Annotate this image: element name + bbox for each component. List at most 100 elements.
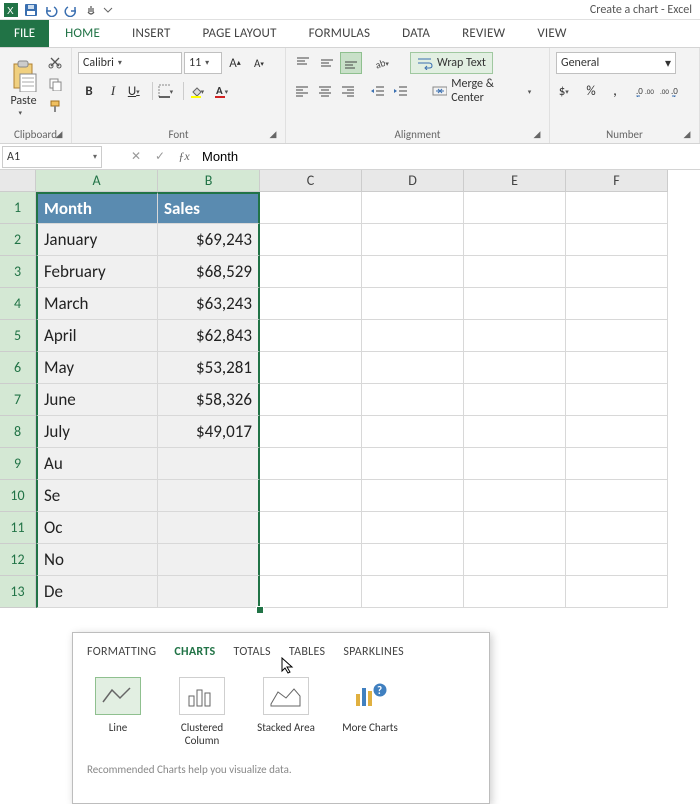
cell[interactable]: [260, 448, 362, 480]
chart-option-clustered-column[interactable]: Clustered Column: [171, 677, 233, 747]
chart-option-line[interactable]: Line: [87, 677, 149, 747]
copy-icon[interactable]: [45, 74, 65, 94]
cell[interactable]: $62,843: [158, 320, 260, 352]
italic-button[interactable]: I: [102, 80, 124, 102]
cell[interactable]: [158, 512, 260, 544]
tab-file[interactable]: FILE: [0, 20, 49, 47]
cell[interactable]: [260, 512, 362, 544]
percent-format-icon[interactable]: %: [580, 80, 602, 102]
cell[interactable]: [566, 224, 668, 256]
tab-insert[interactable]: INSERT: [116, 20, 186, 47]
cell[interactable]: [362, 224, 464, 256]
row-header[interactable]: 1: [0, 192, 36, 224]
align-right-icon[interactable]: [337, 80, 358, 102]
row-header[interactable]: 8: [0, 416, 36, 448]
cell[interactable]: [362, 416, 464, 448]
chart-option-stacked-area[interactable]: Stacked Area: [255, 677, 317, 747]
cell[interactable]: April: [36, 320, 158, 352]
row-header[interactable]: 6: [0, 352, 36, 384]
cell[interactable]: $63,243: [158, 288, 260, 320]
cell[interactable]: [566, 480, 668, 512]
enter-formula-icon[interactable]: ✓: [148, 146, 172, 168]
select-all-corner[interactable]: [0, 170, 36, 192]
cell[interactable]: Sales: [158, 192, 260, 224]
row-header[interactable]: 10: [0, 480, 36, 512]
cell[interactable]: De: [36, 576, 158, 608]
increase-font-icon[interactable]: A▴: [224, 52, 246, 74]
cell[interactable]: Se: [36, 480, 158, 512]
cell[interactable]: [362, 448, 464, 480]
cell[interactable]: [566, 288, 668, 320]
cell[interactable]: [362, 384, 464, 416]
cell[interactable]: [260, 416, 362, 448]
decrease-indent-icon[interactable]: [368, 80, 389, 102]
cell[interactable]: [566, 384, 668, 416]
cell[interactable]: [464, 416, 566, 448]
align-middle-icon[interactable]: [316, 52, 338, 74]
cell[interactable]: [260, 576, 362, 608]
cell[interactable]: [464, 576, 566, 608]
borders-icon[interactable]: ▾: [157, 80, 179, 102]
cell[interactable]: [260, 224, 362, 256]
qa-tab-tables[interactable]: TABLES: [289, 645, 325, 659]
name-box[interactable]: A1▾: [2, 146, 102, 168]
cell[interactable]: [566, 512, 668, 544]
cell[interactable]: [362, 576, 464, 608]
undo-icon[interactable]: [42, 1, 60, 19]
row-header[interactable]: 12: [0, 544, 36, 576]
orientation-icon[interactable]: ab▾: [372, 52, 394, 74]
cell[interactable]: [566, 576, 668, 608]
cell[interactable]: July: [36, 416, 158, 448]
cell[interactable]: [566, 320, 668, 352]
cell[interactable]: [362, 288, 464, 320]
underline-button[interactable]: U▾: [126, 80, 148, 102]
row-header[interactable]: 4: [0, 288, 36, 320]
row-header[interactable]: 7: [0, 384, 36, 416]
cell[interactable]: [464, 352, 566, 384]
cell[interactable]: [464, 224, 566, 256]
cell[interactable]: February: [36, 256, 158, 288]
cell[interactable]: [362, 512, 464, 544]
formula-input[interactable]: [196, 146, 700, 168]
align-center-icon[interactable]: [315, 80, 336, 102]
cell[interactable]: [464, 448, 566, 480]
cell[interactable]: [260, 256, 362, 288]
align-left-icon[interactable]: [292, 80, 313, 102]
cancel-formula-icon[interactable]: ✕: [124, 146, 148, 168]
qa-tab-formatting[interactable]: FORMATTING: [87, 645, 156, 659]
row-header[interactable]: 9: [0, 448, 36, 480]
paste-button[interactable]: Paste ▾: [6, 52, 41, 122]
increase-indent-icon[interactable]: [390, 80, 411, 102]
cell[interactable]: $53,281: [158, 352, 260, 384]
dialog-launcher-icon[interactable]: ◢: [681, 129, 693, 141]
tab-view[interactable]: VIEW: [521, 20, 582, 47]
cell[interactable]: [566, 448, 668, 480]
cell[interactable]: [260, 480, 362, 512]
row-header[interactable]: 13: [0, 576, 36, 608]
cell[interactable]: $68,529: [158, 256, 260, 288]
cell[interactable]: Oc: [36, 512, 158, 544]
fill-color-icon[interactable]: ▾: [188, 80, 210, 102]
qa-tab-charts[interactable]: CHARTS: [174, 645, 215, 659]
align-bottom-icon[interactable]: [340, 52, 362, 74]
tab-review[interactable]: REVIEW: [446, 20, 521, 47]
cell[interactable]: [566, 544, 668, 576]
cell[interactable]: Month: [36, 192, 158, 224]
cell[interactable]: [158, 480, 260, 512]
cell[interactable]: March: [36, 288, 158, 320]
decrease-decimal-icon[interactable]: .00.0: [658, 80, 680, 102]
number-format-combo[interactable]: General▾: [556, 52, 676, 74]
cell[interactable]: [464, 384, 566, 416]
accounting-format-icon[interactable]: $▾: [556, 80, 578, 102]
qa-tab-sparklines[interactable]: SPARKLINES: [343, 645, 404, 659]
cell[interactable]: [362, 480, 464, 512]
cell[interactable]: [464, 512, 566, 544]
tab-data[interactable]: DATA: [386, 20, 446, 47]
comma-format-icon[interactable]: ,: [604, 80, 626, 102]
cell[interactable]: No: [36, 544, 158, 576]
tab-formulas[interactable]: FORMULAS: [293, 20, 387, 47]
col-header-c[interactable]: C: [260, 170, 362, 192]
cell[interactable]: [464, 256, 566, 288]
cell[interactable]: [566, 352, 668, 384]
col-header-d[interactable]: D: [362, 170, 464, 192]
